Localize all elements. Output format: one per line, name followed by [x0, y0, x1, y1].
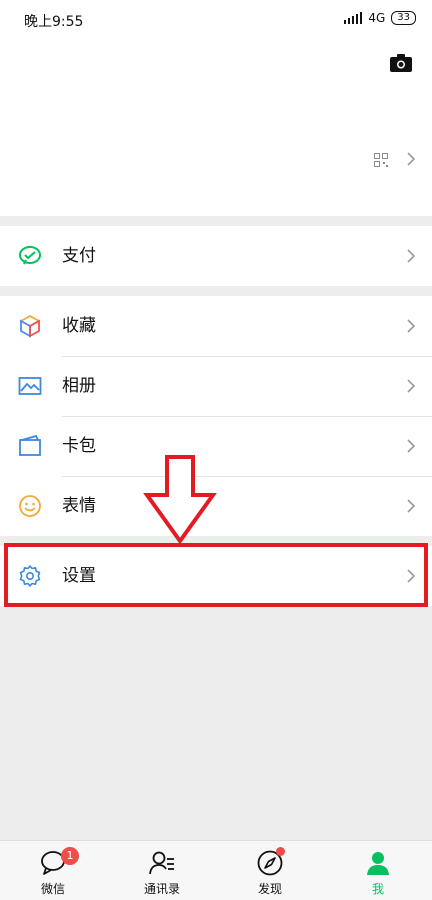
tab-discover[interactable]: 发现: [230, 841, 310, 900]
new-content-dot: [276, 847, 285, 856]
bottom-tab-bar: 1 微信 通讯录 发现 我: [0, 840, 432, 900]
chevron-right-icon: [407, 152, 416, 166]
tab-label-chats: 微信: [40, 882, 65, 896]
wechat-pay-icon: [19, 246, 41, 265]
unread-badge: 1: [61, 847, 79, 865]
down-arrow-annotation: [143, 455, 217, 545]
menu-label-album: 相册: [62, 376, 96, 396]
pay-group: 支付: [0, 226, 432, 286]
chevron-right-icon: [407, 379, 416, 393]
qr-code-icon[interactable]: [374, 153, 388, 167]
chevron-right-icon: [407, 439, 416, 453]
tab-me[interactable]: 我: [338, 841, 418, 900]
chevron-right-icon: [407, 249, 416, 263]
chevron-right-icon: [407, 499, 416, 513]
menu-label-favorites: 收藏: [62, 316, 96, 336]
person-icon: [367, 852, 389, 875]
menu-label-stickers: 表情: [62, 496, 96, 516]
menu-item-favorites[interactable]: 收藏: [0, 296, 432, 356]
menu-item-album[interactable]: 相册: [0, 356, 432, 416]
tab-chats[interactable]: 1 微信: [13, 841, 93, 900]
tab-label-discover: 发现: [257, 882, 282, 896]
contacts-icon: [149, 851, 174, 875]
menu-label-pay: 支付: [62, 246, 96, 266]
status-indicators: 4G 33: [344, 11, 416, 25]
status-bar: 晚上9:55 4G 33: [0, 0, 432, 38]
signal-icon: [344, 12, 363, 24]
menu-label-cards: 卡包: [62, 436, 96, 456]
tab-label-contacts: 通讯录: [143, 882, 180, 896]
image-icon: [18, 377, 42, 395]
smile-icon: [19, 495, 41, 517]
tab-label-me: 我: [371, 882, 384, 896]
status-time: 晚上9:55: [24, 14, 84, 30]
settings-highlight-box: [4, 543, 428, 607]
tab-contacts[interactable]: 通讯录: [122, 841, 202, 900]
chevron-right-icon: [407, 319, 416, 333]
wallet-icon: [19, 434, 41, 456]
cube-icon: [19, 314, 41, 338]
menu-item-pay[interactable]: 支付: [0, 226, 432, 286]
battery-indicator: 33: [391, 11, 416, 25]
network-type: 4G: [368, 11, 386, 25]
camera-icon[interactable]: [390, 54, 412, 72]
profile-header[interactable]: [0, 38, 432, 216]
